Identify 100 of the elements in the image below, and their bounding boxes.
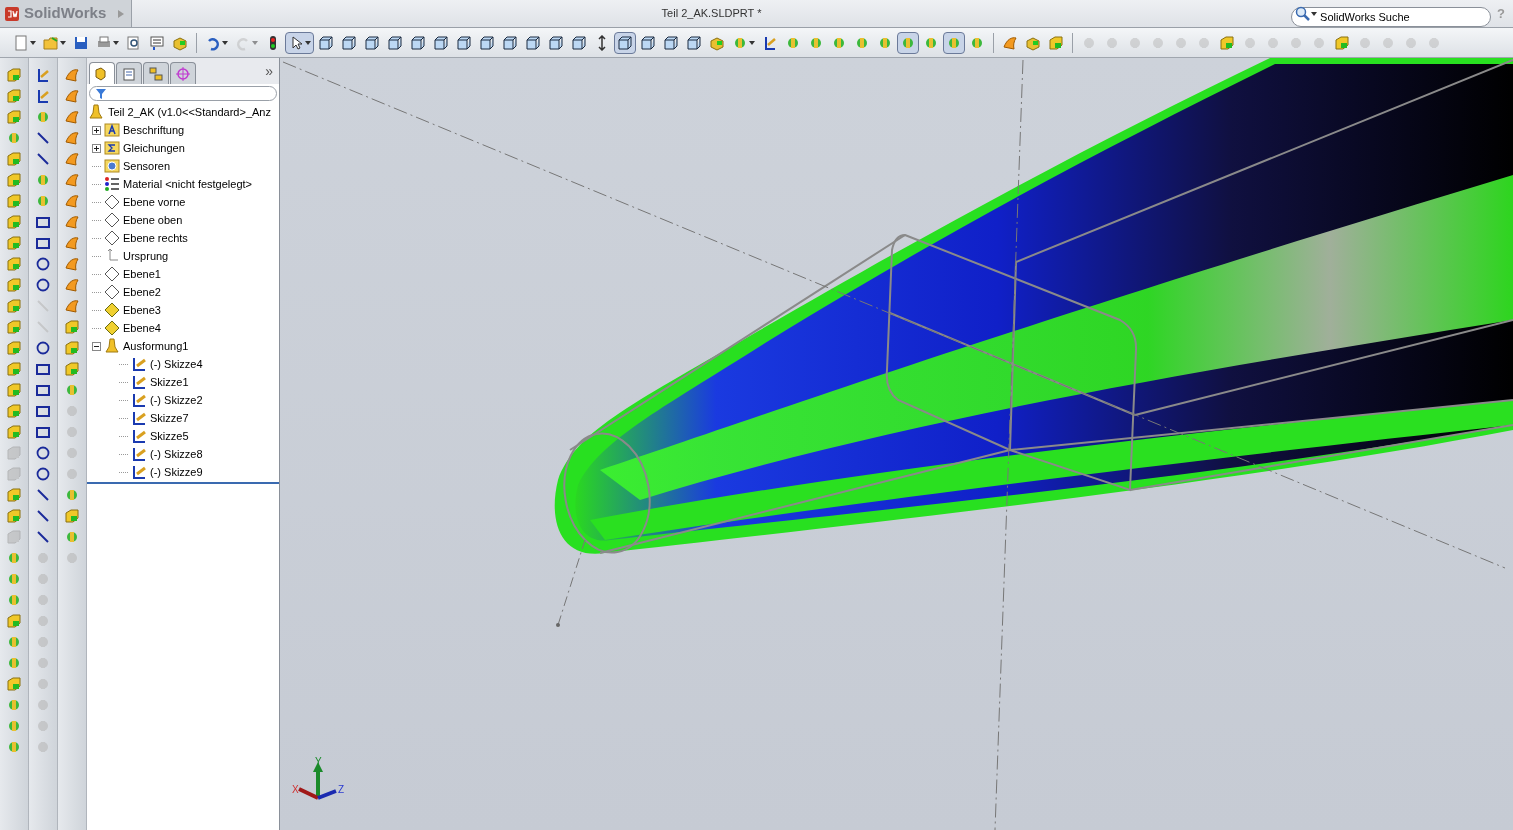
tree-item-label[interactable]: Sensoren [123, 157, 171, 175]
panel-tab[interactable] [143, 62, 169, 84]
magnifier-icon [126, 34, 142, 51]
solid-icon[interactable] [5, 66, 23, 84]
solid-icon[interactable] [5, 507, 23, 525]
surface-icon [1002, 34, 1018, 51]
solid-icon[interactable] [5, 612, 23, 630]
solid-icon[interactable] [5, 675, 23, 693]
tree-item-label[interactable]: Ebene4 [123, 319, 161, 337]
solid-icon[interactable] [5, 423, 23, 441]
toolbar-button[interactable] [285, 31, 314, 54]
tree-item-label[interactable]: (-) Skizze4 [150, 355, 203, 373]
surface-icon[interactable] [63, 108, 81, 126]
solid-icon[interactable] [5, 234, 23, 252]
tree-item-label[interactable]: Skizze1 [150, 373, 189, 391]
circle-icon[interactable] [34, 465, 52, 483]
surface-icon[interactable] [63, 129, 81, 147]
solid-icon[interactable] [63, 360, 81, 378]
tree-item-label[interactable]: Skizze7 [150, 409, 189, 427]
tree-item-label[interactable]: Skizze5 [150, 427, 189, 445]
surface-icon[interactable] [63, 192, 81, 210]
display-tab-icon [175, 65, 191, 82]
tree-item-label[interactable]: Gleichungen [123, 139, 185, 157]
solid-icon[interactable] [5, 108, 23, 126]
cube-icon [663, 34, 679, 51]
caret-icon [252, 40, 258, 45]
surface-icon[interactable] [63, 150, 81, 168]
tree-item-label[interactable]: (-) Skizze8 [150, 445, 203, 463]
circle-icon[interactable] [34, 444, 52, 462]
solid-icon[interactable] [5, 171, 23, 189]
solid-icon[interactable] [5, 339, 23, 357]
axis-label: X [292, 784, 299, 795]
toolbar-button[interactable] [614, 31, 636, 54]
tree-item-label[interactable]: Ebene2 [123, 283, 161, 301]
tree-item-label[interactable]: Beschriftung [123, 121, 185, 139]
solid-icon[interactable] [63, 507, 81, 525]
expand-toggle[interactable] [92, 125, 101, 135]
tree-item-label[interactable]: Ebene oben [123, 211, 183, 229]
tree-root-label[interactable]: Teil 2_AK (v1.0<<Standard>_Anz [108, 103, 271, 121]
cube-icon [387, 34, 403, 51]
sketch-icon [131, 428, 147, 444]
tree-item-label[interactable]: Ebene1 [123, 265, 161, 283]
surface-icon[interactable] [63, 234, 81, 252]
solid-icon [1219, 34, 1235, 51]
solid-icon[interactable] [5, 297, 23, 315]
chevron-icon[interactable] [118, 9, 125, 18]
surface-icon[interactable] [63, 66, 81, 84]
solid-icon[interactable] [5, 402, 23, 420]
solid-icon[interactable] [5, 486, 23, 504]
tree-item-label[interactable]: (-) Skizze9 [150, 463, 203, 481]
panel-tab[interactable] [116, 62, 142, 84]
solid-icon[interactable] [5, 276, 23, 294]
solid-icon[interactable] [5, 87, 23, 105]
solid-icon[interactable] [63, 339, 81, 357]
surface-icon[interactable] [63, 213, 81, 231]
material-icon [104, 176, 120, 192]
panel-tab[interactable] [89, 62, 115, 84]
axis-label: Z [338, 784, 345, 795]
config-tab-icon [148, 65, 164, 82]
tree-item-label[interactable]: Ausformung1 [123, 337, 189, 355]
cube-icon [640, 34, 656, 51]
folder-icon [43, 34, 59, 51]
form-icon [149, 34, 165, 51]
cube-icon [410, 34, 426, 51]
solid-icon[interactable] [5, 381, 23, 399]
tree-item-label[interactable]: Material <nicht festgelegt> [123, 175, 253, 193]
surface-icon[interactable] [63, 255, 81, 273]
logo-icon [4, 5, 20, 22]
surface-icon[interactable] [63, 171, 81, 189]
solid-icon[interactable] [63, 318, 81, 336]
solid-icon[interactable] [5, 255, 23, 273]
search-field[interactable]: SolidWorks Suche [1291, 6, 1492, 27]
solid-icon[interactable] [5, 213, 23, 231]
cube-icon [525, 34, 541, 51]
tree-item-label[interactable]: Ebene3 [123, 301, 161, 319]
surface-icon[interactable] [63, 276, 81, 294]
circle-icon[interactable] [34, 339, 52, 357]
solid-icon[interactable] [5, 360, 23, 378]
surface-icon[interactable] [63, 297, 81, 315]
solid-icon[interactable] [5, 192, 23, 210]
collapse-toggle[interactable] [92, 341, 101, 351]
tree-item-label[interactable]: Ebene vorne [123, 193, 186, 211]
sketch-icon [131, 356, 147, 372]
caret-icon[interactable] [1311, 11, 1318, 16]
property-tab-icon [121, 65, 137, 82]
expand-toggle[interactable] [92, 143, 101, 153]
tree-item-label[interactable]: Ursprung [123, 247, 169, 265]
circle-icon[interactable] [34, 255, 52, 273]
circle-icon[interactable] [34, 276, 52, 294]
sketch-icon [131, 464, 147, 480]
tree-item-label[interactable]: (-) Skizze2 [150, 391, 203, 409]
solid-icon[interactable] [5, 150, 23, 168]
collapse-panel-button[interactable]: » [265, 60, 273, 82]
solid-icon[interactable] [5, 318, 23, 336]
cube-icon [318, 34, 334, 51]
surface-icon[interactable] [63, 87, 81, 105]
tree-item-label[interactable]: Ebene rechts [123, 229, 188, 247]
panel-tab[interactable] [170, 62, 196, 84]
solid-icon [1334, 34, 1350, 51]
filter-field[interactable] [89, 86, 277, 101]
